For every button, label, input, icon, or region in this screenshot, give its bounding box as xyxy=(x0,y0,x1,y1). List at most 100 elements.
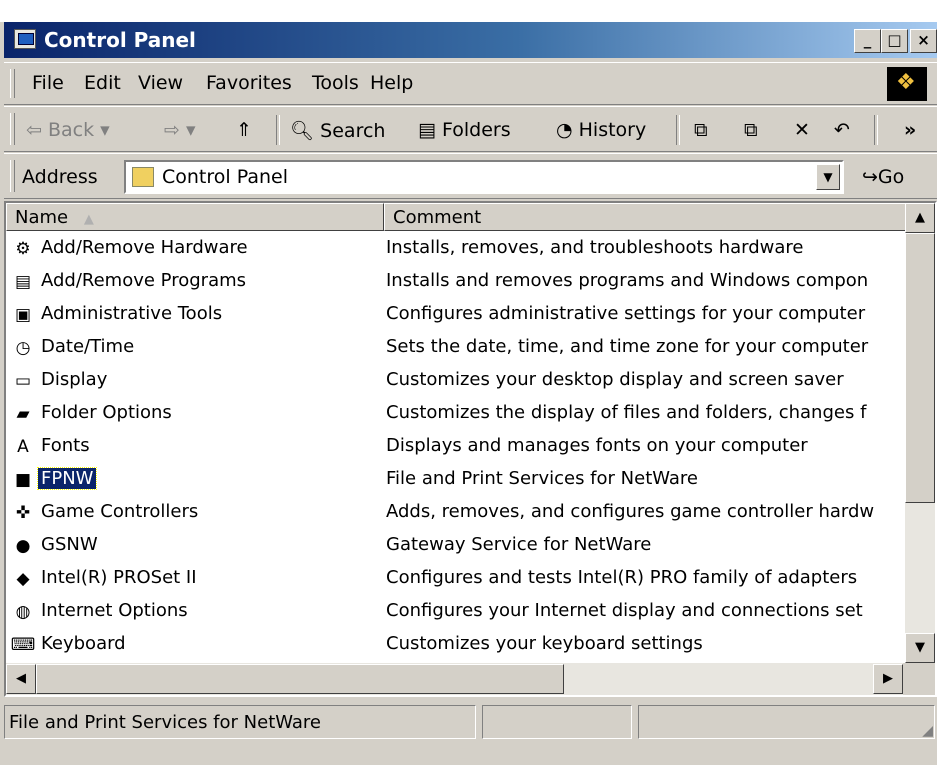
horizontal-scroll-thumb[interactable] xyxy=(36,664,564,694)
history-button[interactable]: ◔ History xyxy=(556,119,646,141)
status-text: File and Print Services for NetWare xyxy=(9,712,322,733)
item-comment: Displays and manages fonts on your compu… xyxy=(386,435,808,456)
menu-favorites[interactable]: Favorites xyxy=(206,72,292,94)
status-pane-zone xyxy=(638,705,935,739)
item-comment: Customizes your keyboard settings xyxy=(386,633,703,654)
scroll-left-button[interactable]: ◀ xyxy=(6,664,36,694)
item-name: FPNW xyxy=(36,467,98,490)
copy-to-icon: ⧉ xyxy=(744,119,758,141)
go-button[interactable]: ↪Go xyxy=(862,166,904,188)
item-name: Keyboard xyxy=(41,633,126,654)
list-item[interactable]: ● GSNW Gateway Service for NetWare xyxy=(6,530,906,563)
column-header-comment-label: Comment xyxy=(393,207,482,228)
item-comment: Configures and tests Intel(R) PRO family… xyxy=(386,567,858,588)
go-label: Go xyxy=(877,166,905,188)
column-header-name[interactable]: Name ▲ xyxy=(6,203,384,231)
list-item[interactable]: ✜ Game Controllers Adds, removes, and conf… xyxy=(6,497,906,530)
item-comment: Adds, removes, and configures game contr… xyxy=(386,501,875,522)
column-header-comment[interactable]: Comment xyxy=(384,203,907,231)
item-name: Add/Remove Programs xyxy=(41,270,247,291)
list-item[interactable]: ▤ Add/Remove Programs Installs and removes… xyxy=(6,266,906,299)
list-item[interactable]: ▣ Administrative Tools Configures administ… xyxy=(6,299,906,332)
vertical-scrollbar[interactable]: ▲ ▼ xyxy=(905,203,935,663)
item-name: Display xyxy=(41,369,108,390)
search-button[interactable]: 🔍︎ Search xyxy=(290,119,385,142)
minimize-button[interactable]: _ xyxy=(854,29,881,53)
close-button[interactable]: × xyxy=(910,29,937,53)
scrollbar-corner xyxy=(903,663,935,695)
list-item[interactable]: ■ FPNW File and Print Services for NetWare xyxy=(6,464,906,497)
folders-icon: ▤ xyxy=(418,119,436,141)
menu-view[interactable]: View xyxy=(138,72,183,94)
game-controllers-icon: ✜ xyxy=(15,503,31,523)
title-bar[interactable]: Control Panel _ □ × xyxy=(4,22,937,58)
scroll-down-button[interactable]: ▼ xyxy=(905,633,935,663)
item-comment: Sets the date, time, and time zone for y… xyxy=(386,336,869,357)
maximize-button[interactable]: □ xyxy=(881,29,908,53)
back-button[interactable]: ⇦ Back ▾ xyxy=(26,119,110,141)
address-bar-grip[interactable] xyxy=(10,160,15,192)
back-arrow-icon: ⇦ xyxy=(26,119,42,141)
list-item[interactable]: ⚙ Add/Remove Hardware Installs, removes, a… xyxy=(6,233,906,266)
administrative-tools-icon: ▣ xyxy=(14,305,32,325)
item-comment: Configures your Internet display and con… xyxy=(386,600,863,621)
menu-edit[interactable]: Edit xyxy=(84,72,121,94)
address-bar: Address Control Panel ▼ ↪Go xyxy=(4,153,937,199)
horizontal-scrollbar[interactable]: ◀ ▶ xyxy=(6,663,903,695)
item-comment: Configures administrative settings for y… xyxy=(386,303,866,324)
list-item[interactable]: ◷ Date/Time Sets the date, time, and time … xyxy=(6,332,906,365)
up-folder-button[interactable]: ⇑ xyxy=(236,119,252,141)
window-title: Control Panel xyxy=(44,28,196,52)
fonts-icon: A xyxy=(17,437,29,457)
history-icon: ◔ xyxy=(556,119,573,141)
item-name: Folder Options xyxy=(41,402,172,423)
delete-button[interactable]: ✕ xyxy=(794,119,810,141)
date-time-icon: ◷ xyxy=(15,338,31,358)
folders-button[interactable]: ▤ Folders xyxy=(418,119,511,141)
item-comment: Installs and removes programs and Window… xyxy=(386,270,869,291)
control-panel-list: Name ▲ Comment ⚙ Add/Remove Hardware Insta… xyxy=(4,201,937,697)
address-input[interactable]: Control Panel ▼ xyxy=(124,160,844,194)
list-item[interactable]: ⌨ Keyboard Customizes your keyboard settin… xyxy=(6,629,906,662)
item-comment: Customizes your desktop display and scre… xyxy=(386,369,844,390)
undo-button[interactable]: ↶ xyxy=(834,119,850,141)
scroll-right-button[interactable]: ▶ xyxy=(873,664,903,694)
toolbar-grip[interactable] xyxy=(10,113,15,145)
intel-proset-icon: ◆ xyxy=(16,569,30,589)
item-comment: Customizes the display of files and fold… xyxy=(386,402,867,423)
item-name: Intel(R) PROSet II xyxy=(41,567,197,588)
forward-arrow-icon: ⇨ xyxy=(164,119,180,141)
copy-to-button[interactable]: ⧉ xyxy=(744,119,758,141)
up-folder-icon: ⇑ xyxy=(236,119,252,141)
control-panel-window: Control Panel _ □ × File Edit View Favor… xyxy=(0,22,937,765)
list-item[interactable]: A Fonts Displays and manages fonts on your… xyxy=(6,431,906,464)
internet-options-icon: ◍ xyxy=(15,602,31,622)
forward-button[interactable]: ⇨ ▾ xyxy=(164,119,196,141)
item-name: Administrative Tools xyxy=(41,303,223,324)
sort-ascending-icon: ▲ xyxy=(83,212,94,227)
scroll-up-button[interactable]: ▲ xyxy=(905,203,935,233)
vertical-scroll-thumb[interactable] xyxy=(905,233,935,503)
delete-icon: ✕ xyxy=(794,119,810,141)
status-pane-secondary xyxy=(482,705,632,739)
list-item[interactable]: ▭ Display Customizes your desktop display … xyxy=(6,365,906,398)
item-name: Add/Remove Hardware xyxy=(41,237,248,258)
menu-bar-grip[interactable] xyxy=(10,69,15,98)
resize-grip-icon[interactable]: ◢ xyxy=(922,723,933,739)
menu-tools[interactable]: Tools xyxy=(312,72,359,94)
gsnw-icon: ● xyxy=(15,536,31,556)
move-to-button[interactable]: ⧉ xyxy=(694,119,708,141)
list-item[interactable]: ▰ Folder Options Customizes the display of… xyxy=(6,398,906,431)
fpnw-icon: ■ xyxy=(14,470,32,490)
keyboard-icon: ⌨ xyxy=(10,635,36,655)
list-item[interactable]: ◍ Internet Options Configures your Interne… xyxy=(6,596,906,629)
toolbar-overflow-button[interactable]: » xyxy=(904,119,916,141)
item-name: Game Controllers xyxy=(41,501,199,522)
menu-help[interactable]: Help xyxy=(370,72,413,94)
list-item[interactable]: ◆ Intel(R) PROSet II Configures and tests … xyxy=(6,563,906,596)
status-pane-main: File and Print Services for NetWare xyxy=(4,705,476,739)
add-remove-programs-icon: ▤ xyxy=(14,272,32,292)
menu-file[interactable]: File xyxy=(32,72,64,94)
folders-label: Folders xyxy=(442,119,511,141)
address-dropdown-button[interactable]: ▼ xyxy=(816,164,840,190)
